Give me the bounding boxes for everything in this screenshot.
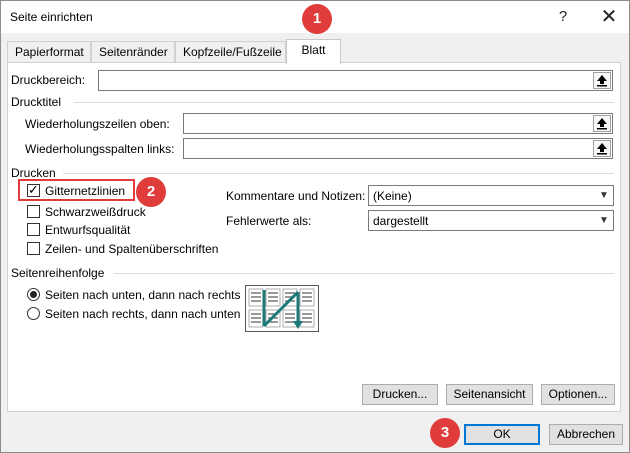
order-over-then-down-radio[interactable] [27,307,40,320]
page-order-preview [245,285,319,332]
chevron-down-icon: ▼ [599,215,609,226]
print-divider [63,173,614,174]
collapse-arrow-icon [597,143,607,155]
print-area-collapse-button[interactable] [593,72,611,89]
black-white-label[interactable]: Schwarzweißdruck [45,205,146,219]
page-setup-dialog: Seite einrichten ? ✕ Papierformat Seiten… [0,0,630,453]
annotation-badge-3: 3 [430,418,460,448]
print-titles-divider [74,102,614,103]
cancel-button[interactable]: Abbrechen [549,424,623,445]
tab-kopfzeile-fusszeile[interactable]: Kopfzeile/Fußzeile [175,41,286,63]
print-preview-button[interactable]: Seitenansicht [446,384,533,405]
print-titles-heading: Drucktitel [11,95,62,109]
help-button[interactable]: ? [550,5,576,29]
annotation-badge-2: 2 [136,177,166,207]
comments-label: Kommentare und Notizen: [226,189,366,203]
page-order-diagram-icon [248,288,315,329]
page-order-heading: Seitenreihenfolge [11,266,105,280]
errors-value: dargestellt [373,214,429,228]
black-white-checkbox[interactable] [27,205,40,218]
page-order-divider [114,273,614,274]
radio-dot-icon [30,291,37,298]
draft-quality-label[interactable]: Entwurfsqualität [45,223,130,237]
chevron-down-icon: ▼ [599,190,609,201]
print-area-label: Druckbereich: [11,73,86,87]
check-icon: ✓ [28,182,39,197]
collapse-arrow-icon [597,75,607,87]
row-col-headings-checkbox[interactable] [27,242,40,255]
ok-button[interactable]: OK [464,424,540,445]
repeat-rows-label: Wiederholungszeilen oben: [25,117,170,131]
print-button[interactable]: Drucken... [362,384,438,405]
print-area-input[interactable] [98,70,613,91]
options-button[interactable]: Optionen... [541,384,615,405]
collapse-arrow-icon [597,118,607,130]
blatt-panel: Druckbereich: Drucktitel Wiederholungsze… [7,62,621,412]
window-title: Seite einrichten [10,10,93,24]
draft-quality-checkbox[interactable] [27,223,40,236]
errors-label: Fehlerwerte als: [226,214,312,228]
tab-papierformat[interactable]: Papierformat [7,41,91,63]
tab-seitenraender[interactable]: Seitenränder [91,41,175,63]
annotation-badge-1: 1 [302,4,332,34]
repeat-rows-collapse-button[interactable] [593,115,611,132]
row-col-headings-label[interactable]: Zeilen- und Spaltenüberschriften [45,242,218,256]
order-over-then-down-label[interactable]: Seiten nach rechts, dann nach unten [45,307,240,321]
gridlines-checkbox[interactable]: ✓ [27,182,40,197]
order-down-then-over-label[interactable]: Seiten nach unten, dann nach rechts [45,288,240,302]
tab-blatt[interactable]: Blatt [286,39,341,64]
close-button[interactable]: ✕ [596,5,622,29]
repeat-rows-input[interactable] [183,113,613,134]
repeat-cols-collapse-button[interactable] [593,140,611,157]
repeat-cols-label: Wiederholungsspalten links: [25,142,175,156]
errors-select[interactable]: dargestellt ▼ [368,210,614,231]
comments-value: (Keine) [373,189,412,203]
gridlines-label[interactable]: Gitternetzlinien [45,184,125,198]
order-down-then-over-radio[interactable] [27,288,40,301]
comments-select[interactable]: (Keine) ▼ [368,185,614,206]
print-heading: Drucken [11,166,56,180]
repeat-cols-input[interactable] [183,138,613,159]
